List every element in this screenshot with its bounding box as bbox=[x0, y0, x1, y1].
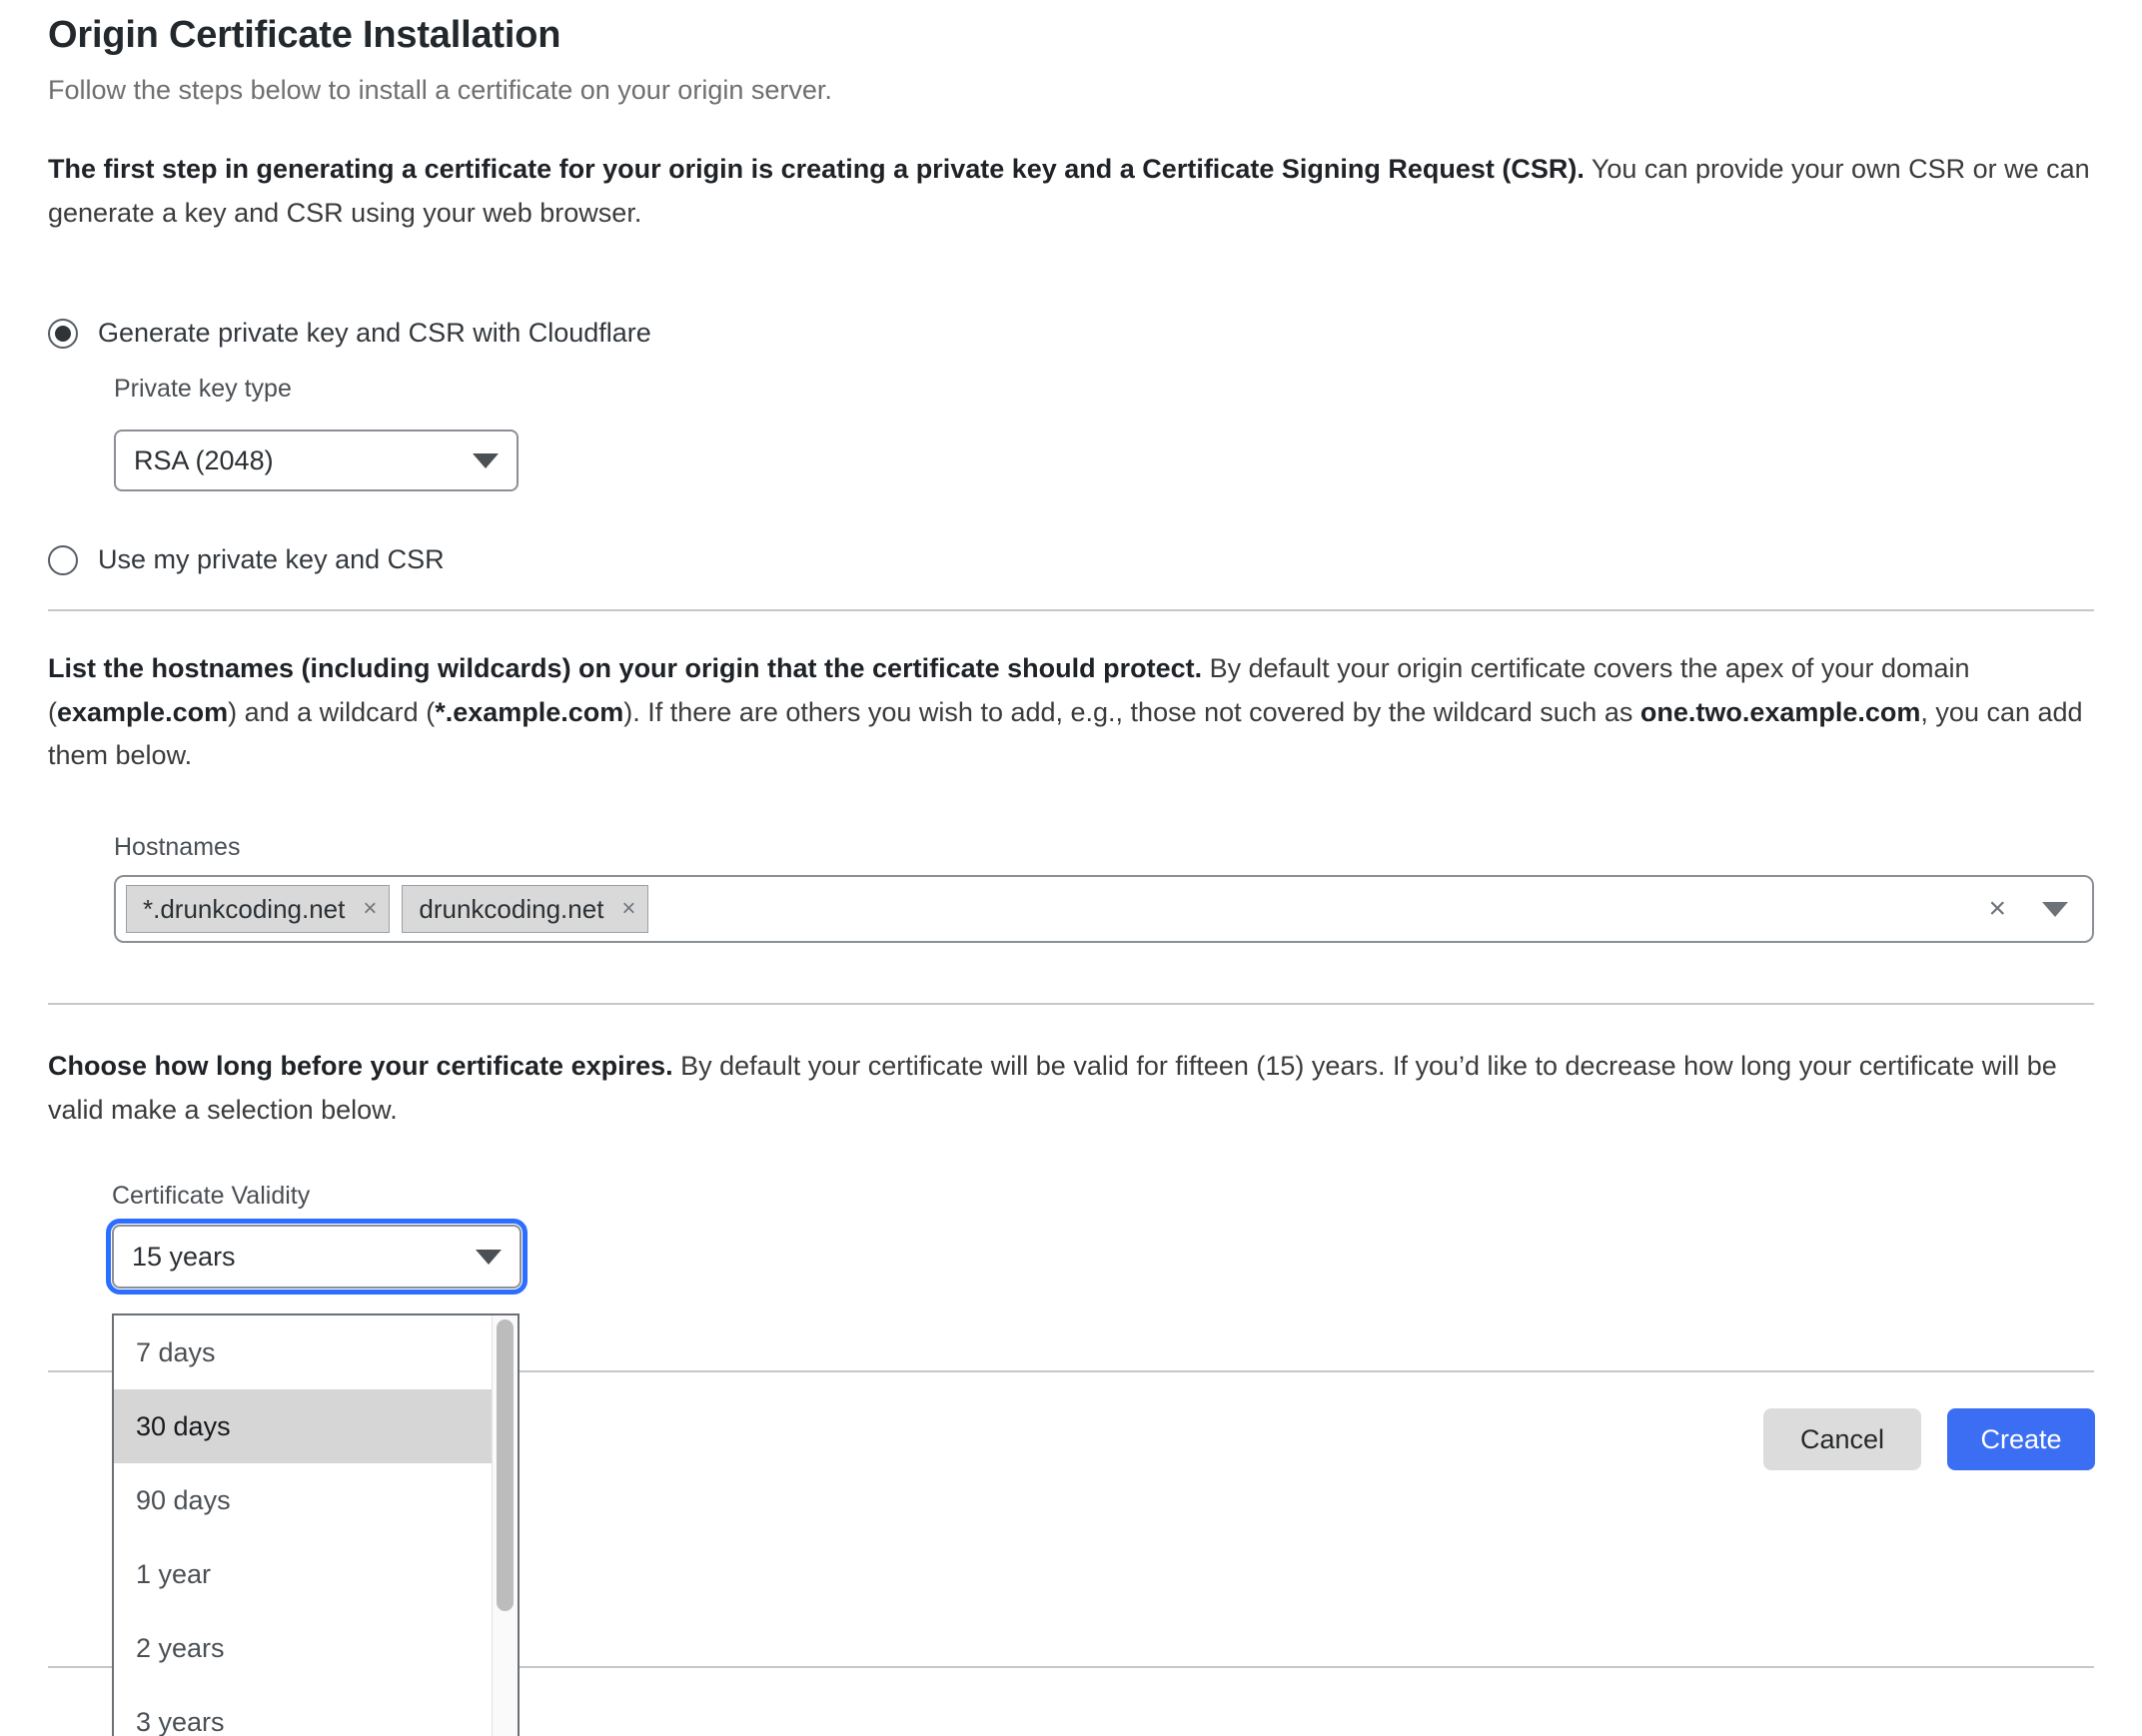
hostnames-bold-subdomain: one.two.example.com bbox=[1639, 696, 1921, 727]
hostnames-step-lead: List the hostnames (including wildcards)… bbox=[48, 653, 1203, 683]
hostnames-step-description: List the hostnames (including wildcards)… bbox=[48, 647, 2094, 778]
hostnames-label: Hostnames bbox=[114, 833, 241, 861]
certificate-validity-value: 15 years bbox=[132, 1241, 236, 1272]
close-icon[interactable]: × bbox=[363, 897, 377, 921]
hostname-tag-label: *.drunkcoding.net bbox=[143, 893, 346, 924]
hostname-tag-label: drunkcoding.net bbox=[419, 893, 604, 924]
clear-all-icon[interactable]: × bbox=[1988, 894, 2006, 924]
close-icon[interactable]: × bbox=[621, 897, 635, 921]
dropdown-option[interactable]: 30 days bbox=[114, 1389, 518, 1463]
certificate-validity-select[interactable]: 15 years bbox=[106, 1219, 528, 1295]
hostname-tag[interactable]: *.drunkcoding.net × bbox=[126, 885, 391, 933]
private-key-step-description: The first step in generating a certifica… bbox=[48, 148, 2094, 235]
certificate-validity-dropdown[interactable]: 7 days 30 days 90 days 1 year 2 years 3 years bbox=[112, 1313, 520, 1736]
dropdown-option[interactable]: 3 years bbox=[114, 1685, 518, 1736]
certificate-validity-label: Certificate Validity bbox=[112, 1182, 311, 1210]
dropdown-option[interactable]: 2 years bbox=[114, 1611, 518, 1685]
hostnames-bold-example: example.com bbox=[57, 696, 229, 727]
private-key-type-label: Private key type bbox=[114, 375, 292, 403]
hostnames-bold-wildcard: *.example.com bbox=[435, 696, 624, 727]
cancel-button[interactable]: Cancel bbox=[1763, 1408, 1921, 1470]
expiry-step-lead: Choose how long before your certificate … bbox=[48, 1051, 673, 1081]
hostnames-rest-3: ). If there are others you wish to add, … bbox=[623, 696, 1640, 727]
page-title: Origin Certificate Installation bbox=[48, 14, 561, 56]
hostnames-multiselect[interactable]: *.drunkcoding.net × drunkcoding.net × × bbox=[114, 875, 2094, 943]
origin-certificate-installation-page: Origin Certificate Installation Follow t… bbox=[0, 0, 2142, 1736]
private-key-type-value: RSA (2048) bbox=[134, 444, 274, 475]
certificate-validity-option-list: 7 days 30 days 90 days 1 year 2 years 3 years bbox=[114, 1315, 518, 1736]
radio-generate-label[interactable]: Generate private key and CSR with Cloudf… bbox=[98, 318, 651, 349]
expiry-step-description: Choose how long before your certificate … bbox=[48, 1045, 2094, 1132]
radio-own-label[interactable]: Use my private key and CSR bbox=[98, 544, 445, 575]
private-key-type-select[interactable]: RSA (2048) bbox=[114, 430, 519, 491]
dropdown-scrollbar-track[interactable] bbox=[492, 1315, 518, 1736]
radio-option-use-my-private-key[interactable]: Use my private key and CSR bbox=[48, 544, 445, 575]
radio-own-indicator[interactable] bbox=[48, 544, 78, 575]
chevron-down-icon bbox=[476, 1249, 502, 1265]
dropdown-option[interactable]: 7 days bbox=[114, 1315, 518, 1389]
radio-generate-indicator[interactable] bbox=[48, 318, 78, 349]
hostname-tag[interactable]: drunkcoding.net × bbox=[402, 885, 649, 933]
section-divider bbox=[48, 1003, 2094, 1005]
hostnames-rest-2: ) and a wildcard ( bbox=[228, 696, 436, 727]
dropdown-scrollbar-thumb[interactable] bbox=[497, 1319, 514, 1611]
page-subtitle: Follow the steps below to install a cert… bbox=[48, 75, 832, 105]
section-divider bbox=[48, 609, 2094, 611]
dropdown-option[interactable]: 1 year bbox=[114, 1537, 518, 1611]
chevron-down-icon bbox=[473, 452, 499, 468]
hostnames-actions: × bbox=[1988, 894, 2082, 924]
dropdown-option[interactable]: 90 days bbox=[114, 1463, 518, 1537]
private-key-step-lead: The first step in generating a certifica… bbox=[48, 154, 1585, 184]
radio-option-generate-with-cloudflare[interactable]: Generate private key and CSR with Cloudf… bbox=[48, 318, 651, 349]
chevron-down-icon[interactable] bbox=[2042, 901, 2068, 917]
create-button[interactable]: Create bbox=[1947, 1408, 2095, 1470]
